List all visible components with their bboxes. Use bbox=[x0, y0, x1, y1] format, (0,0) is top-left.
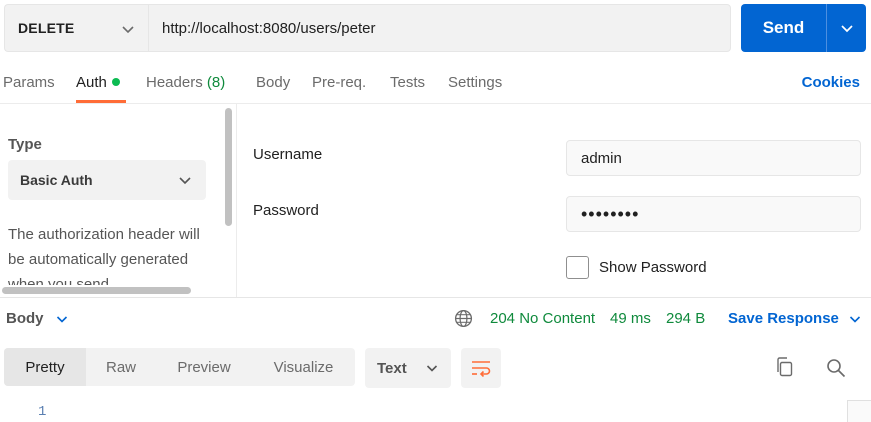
tab-tests[interactable]: Tests bbox=[390, 74, 425, 91]
tab-prereq[interactable]: Pre-req. bbox=[312, 74, 366, 91]
chevron-down-icon bbox=[179, 177, 191, 185]
show-password-label: Show Password bbox=[599, 259, 707, 276]
tab-headers-label: Headers bbox=[146, 74, 203, 91]
response-body-label: Body bbox=[6, 310, 44, 327]
tab-auth[interactable]: Auth bbox=[76, 74, 120, 91]
response-time[interactable]: 49 ms bbox=[610, 310, 651, 327]
wrap-lines-button[interactable] bbox=[461, 348, 501, 388]
show-password-checkbox[interactable] bbox=[566, 256, 589, 279]
format-select[interactable]: Text bbox=[365, 348, 451, 388]
tab-preview[interactable]: Preview bbox=[156, 348, 252, 386]
auth-type-select[interactable]: Basic Auth bbox=[8, 160, 206, 200]
chevron-down-icon bbox=[849, 315, 860, 323]
globe-icon[interactable] bbox=[454, 309, 473, 328]
tab-raw[interactable]: Raw bbox=[86, 348, 156, 386]
status-code[interactable]: 204 No Content bbox=[490, 310, 595, 327]
headers-count: (8) bbox=[206, 74, 226, 91]
view-mode-tabs: Pretty Raw Preview Visualize bbox=[4, 348, 355, 386]
chevron-down-icon bbox=[426, 365, 438, 372]
tab-params[interactable]: Params bbox=[3, 74, 55, 91]
format-value: Text bbox=[377, 359, 407, 377]
chevron-down-icon bbox=[122, 26, 134, 34]
send-options-button[interactable] bbox=[826, 4, 866, 52]
tab-body[interactable]: Body bbox=[256, 74, 290, 91]
panel-divider[interactable] bbox=[236, 104, 237, 297]
editor-scrollbar[interactable] bbox=[847, 400, 871, 422]
tab-visualize[interactable]: Visualize bbox=[252, 348, 355, 386]
cookies-link[interactable]: Cookies bbox=[802, 74, 860, 91]
active-tab-indicator bbox=[76, 100, 126, 103]
url-input[interactable]: http://localhost:8080/users/peter bbox=[148, 4, 731, 52]
tab-headers[interactable]: Headers (8) bbox=[146, 74, 225, 91]
username-field[interactable]: admin bbox=[566, 140, 861, 176]
chevron-down-icon bbox=[840, 25, 853, 33]
wrap-lines-icon bbox=[472, 361, 491, 377]
save-response-label: Save Response bbox=[728, 310, 839, 327]
send-button[interactable]: Send bbox=[741, 4, 826, 52]
search-icon[interactable] bbox=[825, 356, 847, 380]
username-label: Username bbox=[253, 146, 323, 163]
auth-type-value: Basic Auth bbox=[20, 172, 93, 188]
response-body-dropdown[interactable]: Body bbox=[6, 310, 68, 327]
response-divider[interactable] bbox=[0, 297, 871, 298]
auth-type-label: Type bbox=[8, 136, 42, 153]
password-field[interactable]: •••••••• bbox=[566, 196, 861, 232]
method-label: DELETE bbox=[18, 20, 75, 36]
method-select[interactable]: DELETE bbox=[4, 4, 148, 52]
auth-description: The authorization header will be automat… bbox=[8, 226, 200, 285]
save-response-button[interactable]: Save Response bbox=[728, 310, 861, 327]
tab-pretty[interactable]: Pretty bbox=[4, 348, 86, 386]
status-dot-icon bbox=[111, 78, 120, 86]
copy-icon[interactable] bbox=[774, 356, 796, 380]
tab-settings[interactable]: Settings bbox=[448, 74, 502, 91]
chevron-down-icon bbox=[56, 315, 67, 323]
request-tabs: Params Auth Headers (8) Body Pre-req. Te… bbox=[0, 66, 871, 104]
tab-auth-label: Auth bbox=[76, 74, 107, 91]
line-number: 1 bbox=[38, 404, 47, 420]
response-size[interactable]: 294 B bbox=[666, 310, 705, 327]
horizontal-scrollbar-thumb[interactable] bbox=[2, 287, 191, 294]
password-label: Password bbox=[253, 202, 319, 219]
vertical-scrollbar-thumb[interactable] bbox=[225, 108, 232, 226]
